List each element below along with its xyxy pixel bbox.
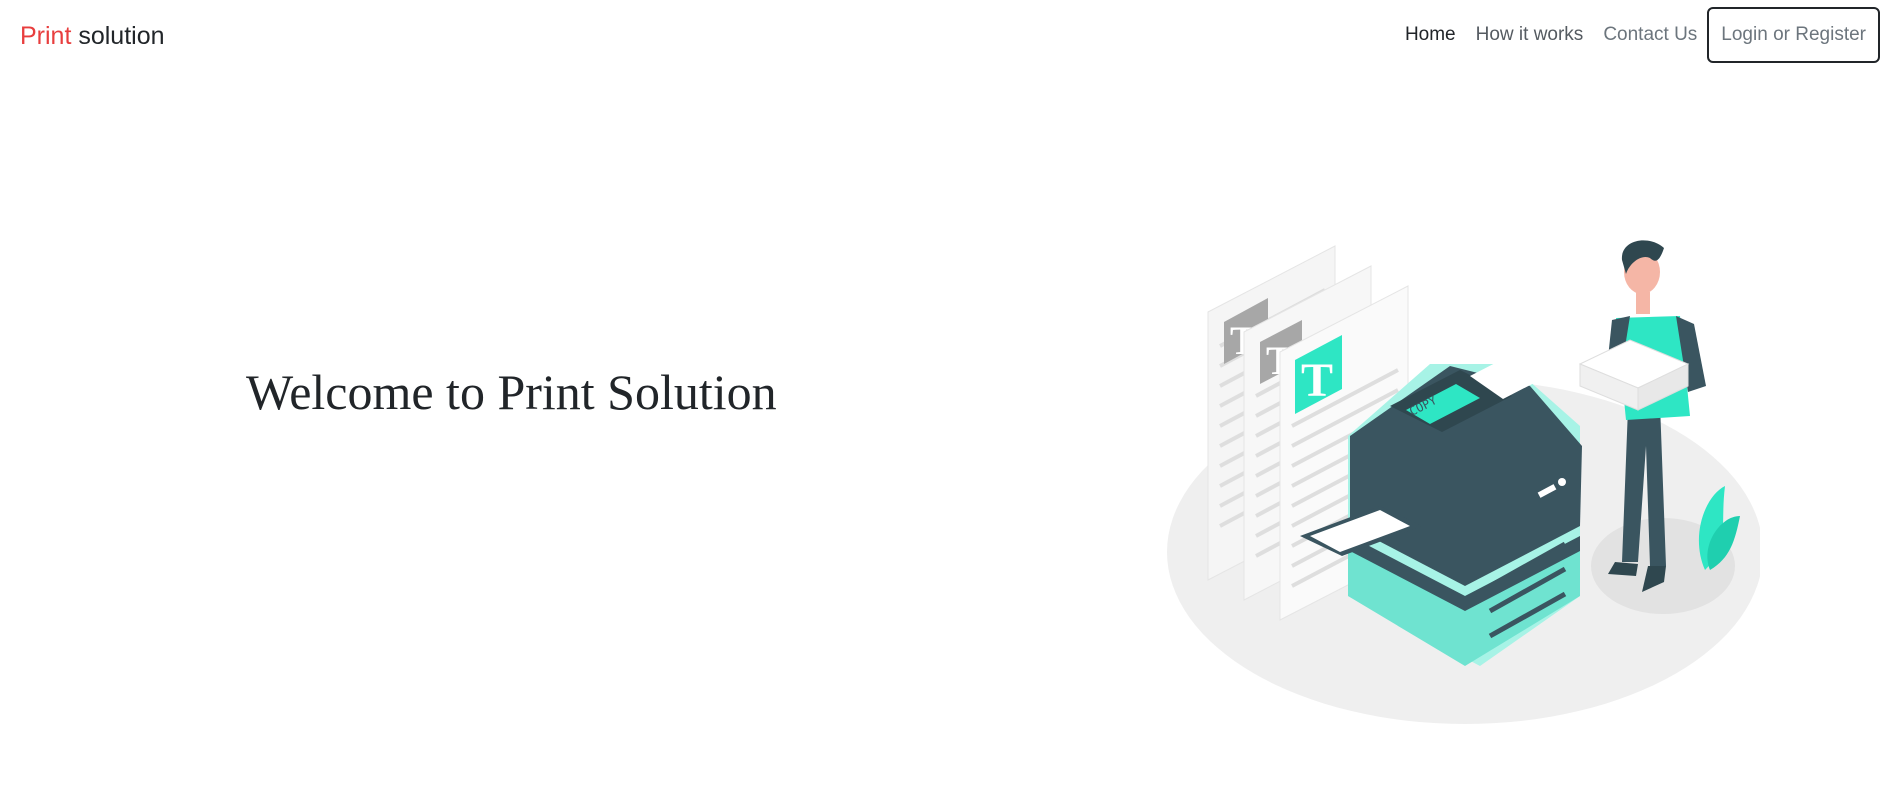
hero-title: Welcome to Print Solution <box>246 364 777 420</box>
navbar: Print solution Home How it works Contact… <box>0 0 1896 72</box>
brand-word-print: Print <box>20 22 72 50</box>
person-neck <box>1636 292 1650 314</box>
nav-home[interactable]: Home <box>1395 9 1466 61</box>
printer-illustration: T T T COPY <box>1167 240 1760 724</box>
login-register-button[interactable]: Login or Register <box>1707 7 1880 63</box>
nav-how-it-works[interactable]: How it works <box>1466 9 1594 61</box>
nav-links: Home How it works Contact Us Login or Re… <box>1395 7 1880 63</box>
doc-front-letter: T <box>1301 354 1333 407</box>
printer-light <box>1558 478 1566 486</box>
nav-contact-us[interactable]: Contact Us <box>1593 9 1707 61</box>
brand-word-solution: solution <box>71 22 165 50</box>
brand-logo[interactable]: Print solution <box>20 20 165 52</box>
